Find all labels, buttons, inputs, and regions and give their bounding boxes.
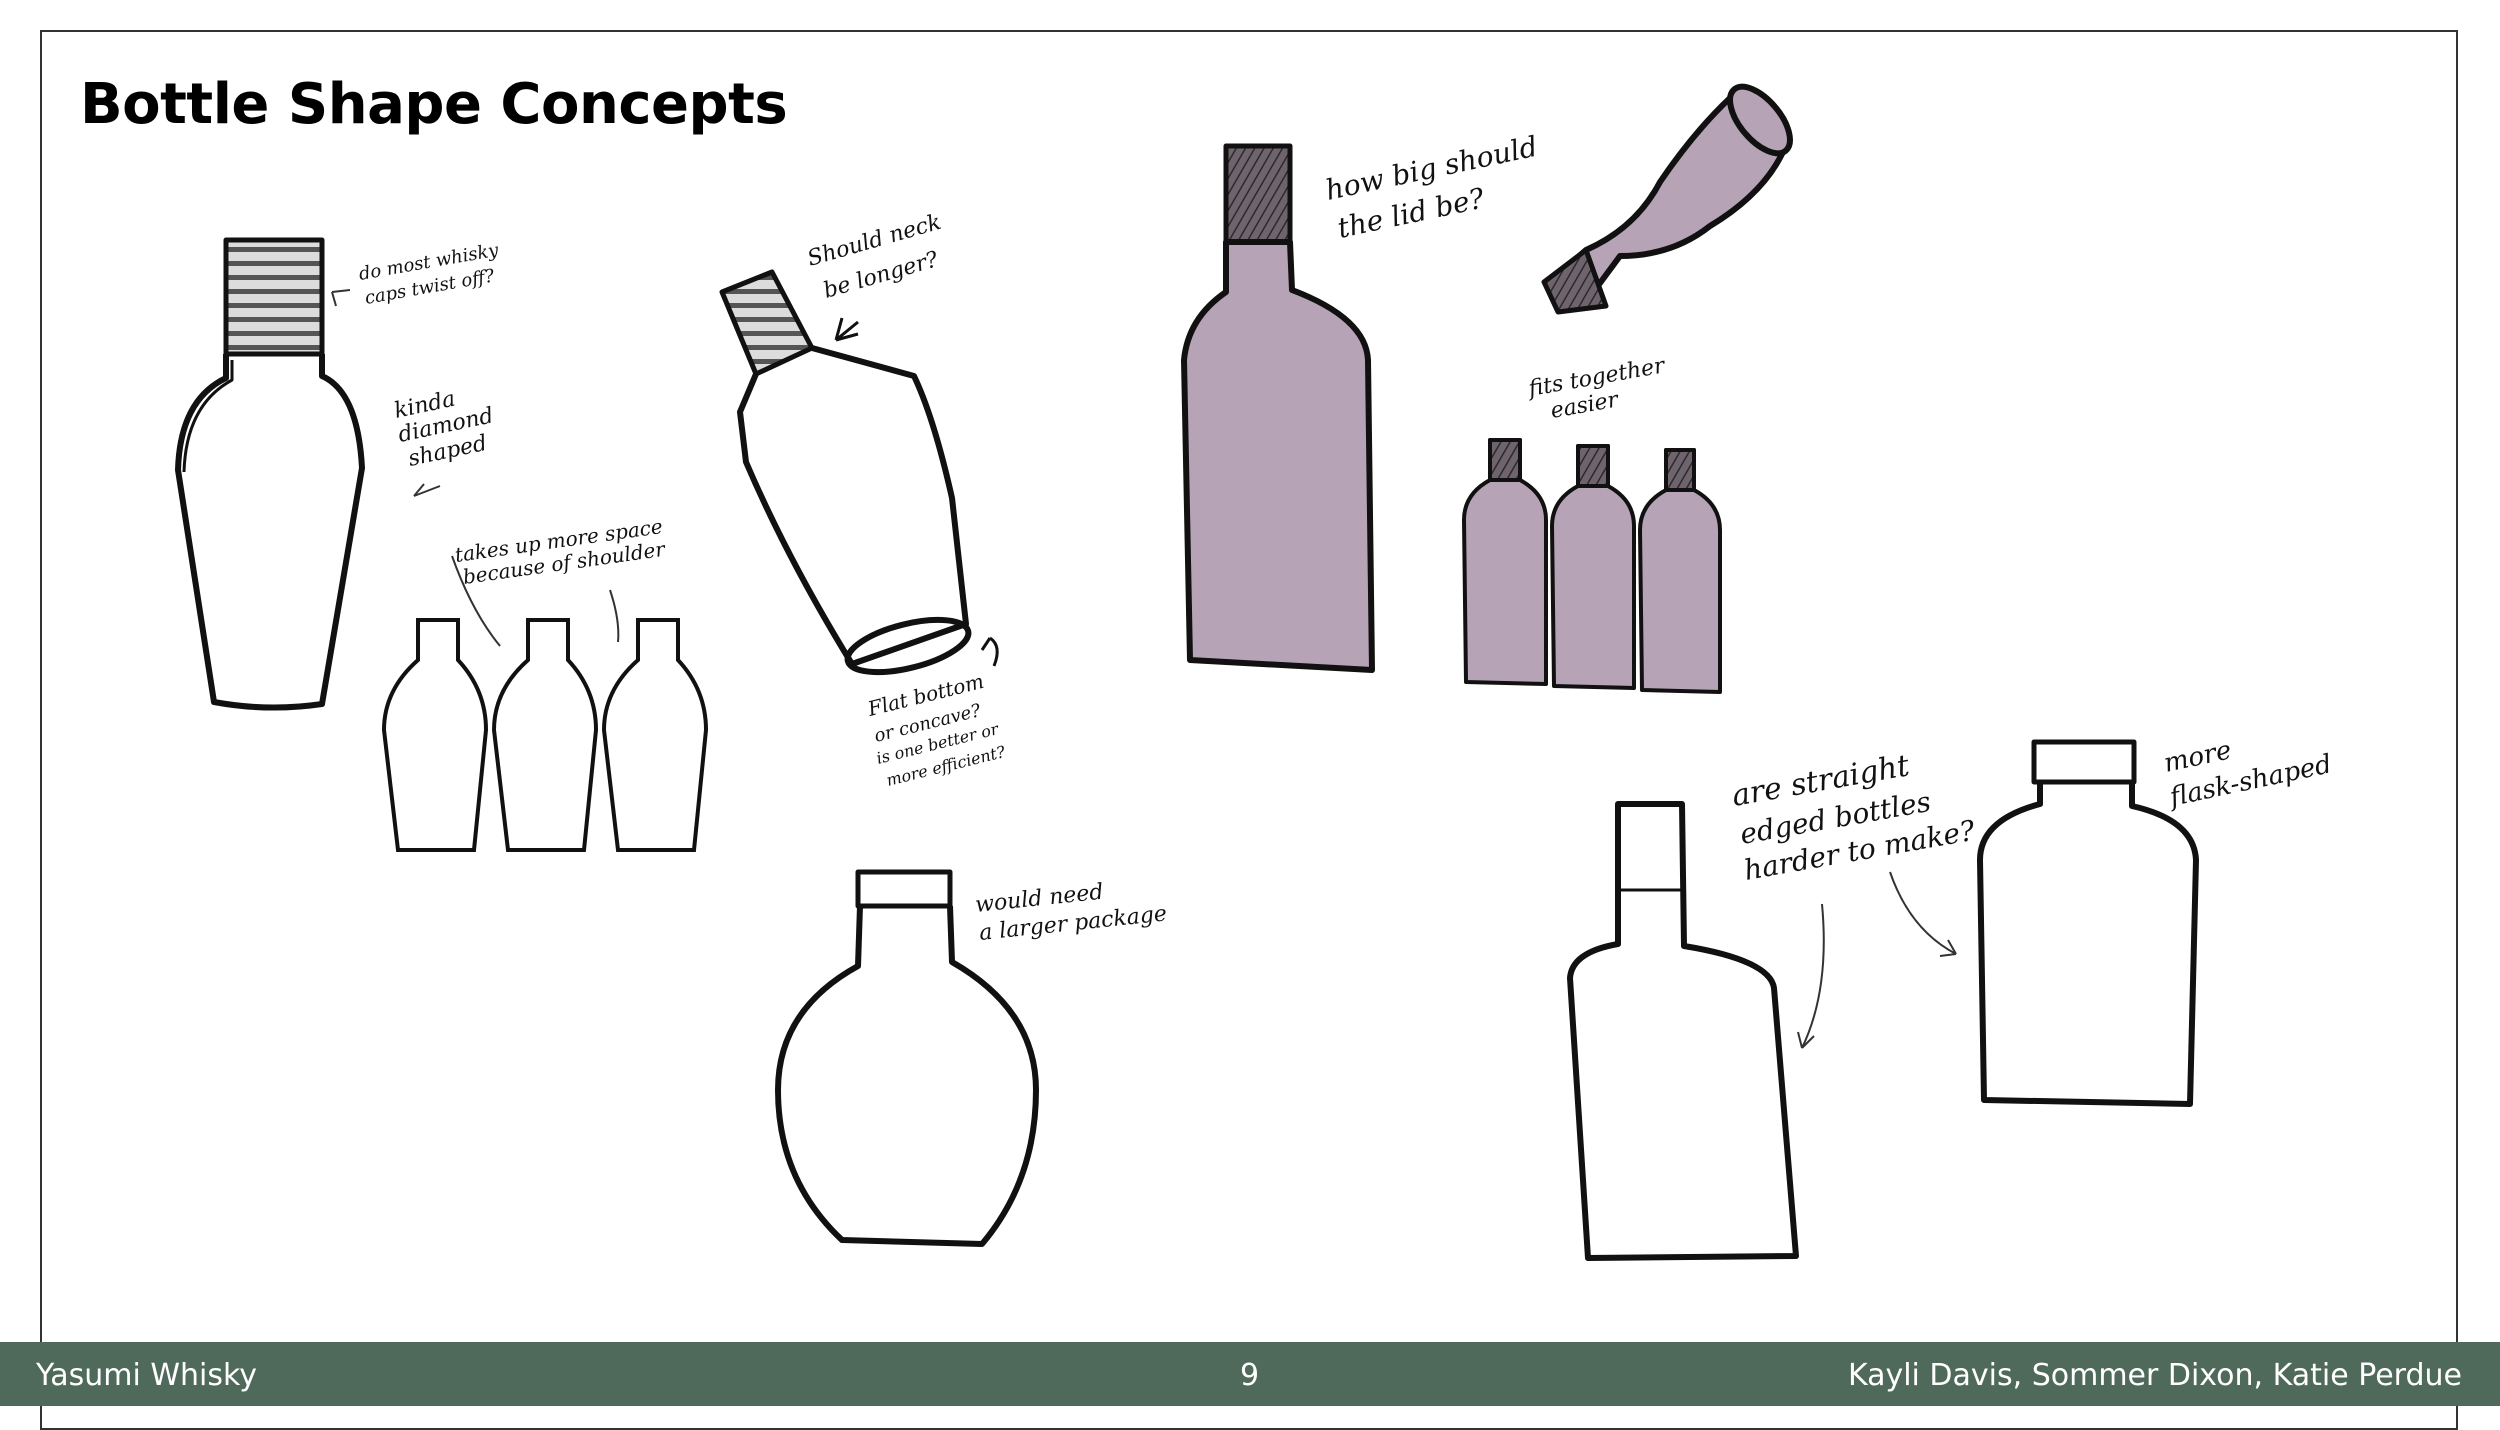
sketch-canvas: do most whisky caps twist off? kinda dia…: [175, 83, 2334, 1261]
note-flask: more flask-shaped: [2161, 735, 2334, 813]
bottle-row-stacked: [1462, 438, 1722, 694]
note-package: would need a larger package: [974, 880, 1168, 946]
note-diamond: kinda diamond shaped: [392, 387, 496, 472]
arrows-group-1: [331, 289, 620, 647]
note-straight: are straight edged bottles harder to mak…: [1729, 748, 1978, 887]
footer-bar: Yasumi Whisky 9 Kayli Davis, Sommer Dixo…: [0, 1342, 2500, 1406]
page-number: 9: [1240, 1358, 1260, 1393]
arrow-group-2: [834, 317, 999, 667]
bottle-row-shoulder: [381, 618, 709, 852]
note-bottom: Flat bottom or concave? is one better or…: [864, 669, 1007, 790]
footer-brand: Yasumi Whisky: [36, 1358, 258, 1393]
bottle-sketch-diamond: [175, 237, 365, 711]
note-shoulder: takes up more space because of shoulder: [453, 514, 667, 589]
arrows-group-3: [1797, 871, 1957, 1049]
bottle-sketch-lying: [1541, 83, 1793, 315]
bottle-sketch-tilted: [719, 269, 972, 676]
note-twist-off: do most whisky caps twist off?: [357, 240, 501, 309]
note-neck: Should neck be longer?: [805, 210, 944, 304]
note-lid: how big should the lid be?: [1323, 130, 1541, 245]
bottle-sketch-flask: [1977, 739, 2199, 1107]
note-fits: fits together easier: [1525, 353, 1668, 424]
footer-authors: Kayli Davis, Sommer Dixon, Katie Perdue: [1847, 1358, 2462, 1393]
